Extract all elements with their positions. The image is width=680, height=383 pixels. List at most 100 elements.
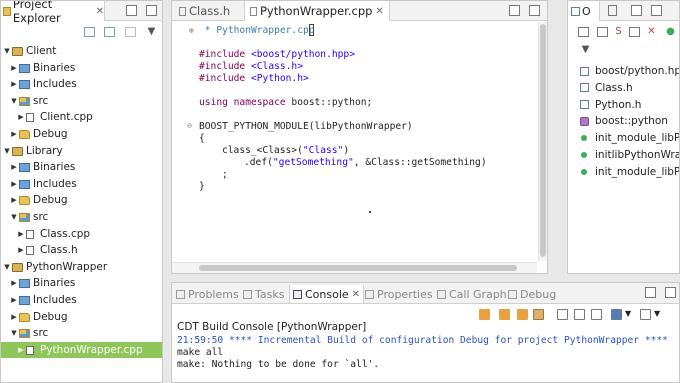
chevron-right-icon[interactable]: ▶ <box>10 126 18 143</box>
chevron-down-icon[interactable]: ▼ <box>10 209 18 226</box>
chevron-right-icon[interactable]: ▶ <box>17 342 25 359</box>
new-console-icon[interactable] <box>640 309 651 320</box>
tree-item[interactable]: ▼ src <box>1 209 162 226</box>
minimize-button[interactable] <box>631 5 642 16</box>
tree-item[interactable]: ▶ Includes <box>1 292 162 309</box>
binaries-icon <box>19 163 30 173</box>
hide-inactive-icon[interactable]: ✕ <box>646 27 657 37</box>
project-explorer-tab[interactable]: Project Explorer ✕ <box>1 1 105 25</box>
link-with-editor-icon[interactable] <box>104 27 115 37</box>
tree-item[interactable]: ▶ Debug <box>1 192 162 209</box>
copy-icon[interactable] <box>574 309 585 320</box>
tab-call-graph[interactable]: Call Graph <box>437 285 507 303</box>
tree-item[interactable]: ▶ Binaries <box>1 159 162 176</box>
hide-static-icon[interactable]: S <box>613 27 624 37</box>
tree-item[interactable]: ▶ Debug <box>1 309 162 326</box>
tree-item[interactable]: ▶ PythonWrapper.cpp <box>1 341 162 359</box>
chevron-down-icon[interactable]: ▼ <box>654 309 665 320</box>
maximize-button[interactable] <box>146 5 157 16</box>
minimize-button[interactable] <box>509 5 520 16</box>
display-console-icon[interactable] <box>611 309 622 320</box>
maximize-button[interactable] <box>665 287 676 298</box>
tab-properties[interactable]: Properties <box>365 285 433 303</box>
tree-item[interactable]: ▶ Binaries <box>1 60 162 77</box>
outline-item[interactable]: boost::python <box>580 113 668 129</box>
tree-item[interactable]: ▼ Library <box>1 143 162 160</box>
editor-vertical-scrollbar[interactable] <box>538 22 547 261</box>
outline-item[interactable]: initlibPythonWrapp <box>580 147 679 163</box>
maximize-button[interactable] <box>529 5 540 16</box>
scroll-thumb[interactable] <box>540 24 546 257</box>
tab-problems[interactable]: Problems <box>176 285 239 303</box>
tree-item[interactable]: ▶ Includes <box>1 176 162 193</box>
scroll-lock-icon[interactable] <box>533 309 544 320</box>
view-menu-icon[interactable]: ▼ <box>146 27 157 37</box>
tree-item[interactable]: ▶ Binaries <box>1 275 162 292</box>
chevron-right-icon[interactable]: ▶ <box>10 60 18 77</box>
outline-item[interactable]: Python.h <box>580 97 641 113</box>
outline-item[interactable]: init_module_libPyt <box>580 130 679 146</box>
chevron-right-icon[interactable]: ▶ <box>17 242 25 259</box>
tree-item[interactable]: ▼ Client <box>1 43 162 60</box>
scroll-thumb[interactable] <box>199 265 517 271</box>
outline-icon <box>571 6 580 16</box>
tab-debug[interactable]: Debug <box>508 285 556 303</box>
chevron-down-icon[interactable]: ▼ <box>3 43 11 60</box>
chevron-right-icon[interactable]: ▶ <box>10 176 18 193</box>
code-editor[interactable]: ⊕ * PythonWrapper.cpp #include <boost/py… <box>172 22 537 261</box>
chevron-right-icon[interactable]: ▶ <box>10 309 18 326</box>
outline-item[interactable]: boost/python.hpp <box>580 63 679 79</box>
close-icon[interactable]: ✕ <box>375 6 383 17</box>
tree-item[interactable]: ▶ Client.cpp <box>1 109 162 126</box>
chevron-down-icon[interactable]: ▼ <box>10 325 18 342</box>
fold-marker-icon[interactable]: ⊖ <box>187 121 192 130</box>
tab-console[interactable]: Console ✕ <box>289 285 365 303</box>
outline-item[interactable]: init_module_libPyt <box>580 164 679 180</box>
chevron-right-icon[interactable]: ▶ <box>17 226 25 243</box>
tab-pythonwrapper-cpp[interactable]: PythonWrapper.cpp ✕ <box>244 1 390 21</box>
chevron-right-icon[interactable]: ▶ <box>10 292 18 309</box>
pin-icon[interactable] <box>608 5 617 16</box>
tree-item[interactable]: ▼ PythonWrapper <box>1 259 162 276</box>
outline-item[interactable]: Class.h <box>580 80 633 96</box>
pin-console-icon[interactable] <box>591 309 602 320</box>
view-menu-icon[interactable]: ▼ <box>580 45 591 55</box>
next-icon[interactable] <box>499 309 510 320</box>
chevron-right-icon[interactable]: ▶ <box>10 192 18 209</box>
tree-item[interactable]: ▼ src <box>1 325 162 342</box>
editor-horizontal-scrollbar[interactable] <box>172 262 537 273</box>
tree-item[interactable]: ▶ Class.cpp <box>1 226 162 243</box>
outline-tab[interactable]: O <box>568 1 600 21</box>
tree-item[interactable]: ▼ src <box>1 93 162 110</box>
previous-icon[interactable] <box>479 309 490 320</box>
up-icon[interactable] <box>517 309 528 320</box>
sort-icon[interactable] <box>578 27 589 37</box>
hide-function-icon[interactable]: ● <box>665 27 676 37</box>
minimize-button[interactable] <box>126 5 137 16</box>
chevron-right-icon[interactable]: ▶ <box>10 159 18 176</box>
chevron-right-icon[interactable]: ▶ <box>17 109 25 126</box>
tree-item[interactable]: ▶ Debug <box>1 126 162 143</box>
close-icon[interactable]: ✕ <box>96 6 104 17</box>
chevron-down-icon[interactable]: ▼ <box>3 143 11 160</box>
clear-console-icon[interactable] <box>557 309 568 320</box>
maximize-button[interactable] <box>651 5 662 16</box>
chevron-down-icon[interactable]: ▼ <box>10 93 18 110</box>
hide-nonpublic-icon[interactable] <box>629 27 640 37</box>
chevron-down-icon[interactable]: ▼ <box>3 259 11 276</box>
tree-item[interactable]: ▶ Class.h <box>1 242 162 259</box>
fold-marker-icon[interactable]: ⊕ <box>189 26 194 35</box>
hide-fields-icon[interactable] <box>597 27 608 37</box>
chevron-right-icon[interactable]: ▶ <box>10 275 18 292</box>
chevron-down-icon[interactable]: ▼ <box>625 309 636 320</box>
code-comment: * PythonWrapper.cpp <box>199 25 315 36</box>
close-icon[interactable]: ✕ <box>352 289 360 300</box>
tab-tasks[interactable]: Tasks <box>243 285 284 303</box>
minimize-button[interactable] <box>645 287 656 298</box>
tree-item[interactable]: ▶ Includes <box>1 76 162 93</box>
focus-icon[interactable] <box>125 27 136 37</box>
tab-class-h[interactable]: Class.h <box>174 1 235 21</box>
console-output-line: make: Nothing to be done for `all'. <box>177 359 380 370</box>
chevron-right-icon[interactable]: ▶ <box>10 76 18 93</box>
collapse-all-icon[interactable] <box>84 27 95 37</box>
